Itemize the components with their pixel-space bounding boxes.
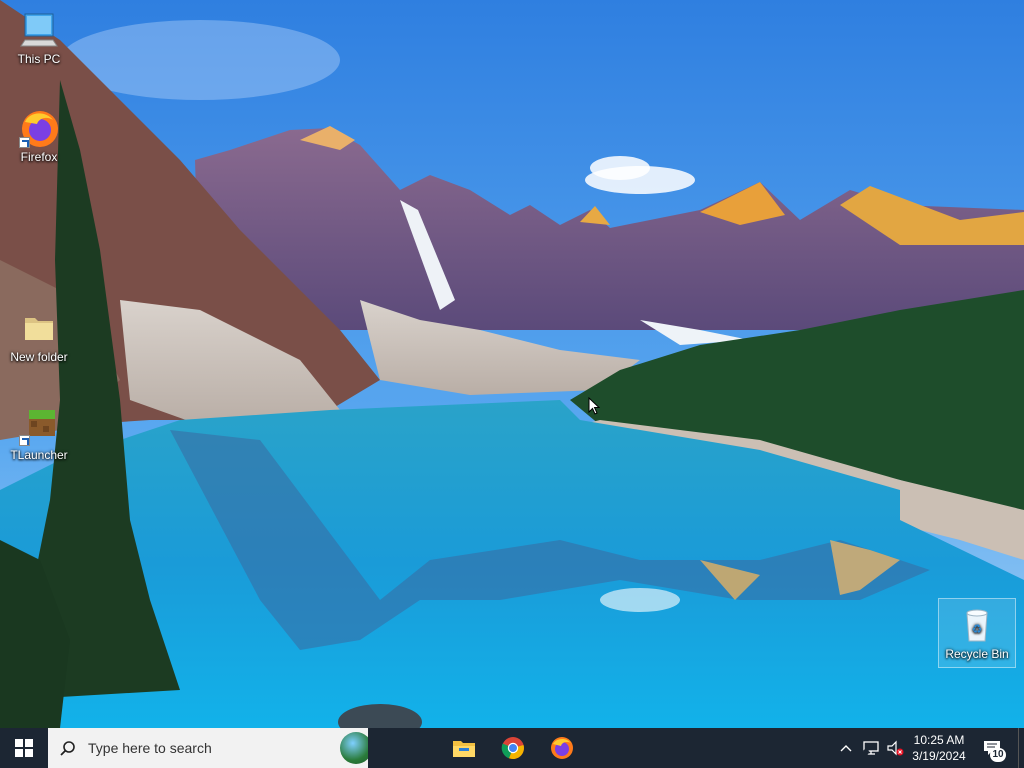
mouse-cursor-icon bbox=[588, 396, 601, 420]
network-tray-button[interactable] bbox=[860, 728, 882, 768]
desktop-icon-firefox[interactable]: Firefox bbox=[1, 108, 77, 164]
clock-time: 10:25 AM bbox=[913, 733, 965, 747]
volume-muted-icon bbox=[887, 740, 904, 756]
volume-tray-button[interactable] bbox=[884, 728, 906, 768]
search-highlight-globe-icon bbox=[340, 732, 368, 764]
taskbar: Type here to search 10:25 AM 3/19/2024 1… bbox=[0, 728, 1024, 768]
firefox-icon bbox=[19, 108, 59, 148]
taskbar-clock[interactable]: 10:25 AM 3/19/2024 bbox=[906, 732, 972, 764]
chrome-icon bbox=[501, 737, 524, 760]
desktop-icon-recycle-bin[interactable]: ♻ Recycle Bin bbox=[938, 598, 1016, 668]
this-pc-icon bbox=[19, 10, 59, 50]
file-explorer-icon bbox=[453, 741, 475, 757]
show-desktop-button[interactable] bbox=[1018, 728, 1024, 768]
desktop-icon-label: Recycle Bin bbox=[945, 647, 1009, 661]
taskbar-app-file-explorer[interactable] bbox=[440, 728, 488, 768]
desktop-icon-label: This PC bbox=[17, 52, 61, 66]
svg-text:♻: ♻ bbox=[972, 622, 983, 636]
desktop-icon-tlauncher[interactable]: TLauncher bbox=[1, 406, 77, 462]
desktop-icon-label: TLauncher bbox=[10, 448, 68, 462]
start-button[interactable] bbox=[0, 728, 48, 768]
taskbar-app-chrome[interactable] bbox=[489, 728, 537, 768]
desktop-icon-label: Firefox bbox=[20, 150, 58, 164]
desktop-wallpaper bbox=[0, 0, 1024, 728]
shortcut-arrow-icon bbox=[19, 137, 30, 148]
search-placeholder: Type here to search bbox=[88, 740, 212, 756]
search-icon bbox=[60, 741, 75, 756]
taskbar-search-box[interactable]: Type here to search bbox=[48, 728, 368, 768]
windows-logo-icon bbox=[15, 739, 33, 757]
network-icon bbox=[863, 741, 879, 755]
show-hidden-icons-button[interactable] bbox=[836, 728, 856, 768]
tlauncher-icon bbox=[19, 406, 59, 446]
recycle-bin-icon: ♻ bbox=[957, 605, 997, 645]
firefox-icon bbox=[551, 737, 573, 759]
folder-icon bbox=[19, 308, 59, 348]
desktop-icon-this-pc[interactable]: This PC bbox=[1, 10, 77, 66]
notification-count-badge: 10 bbox=[990, 748, 1006, 762]
shortcut-arrow-icon bbox=[19, 435, 30, 446]
action-center-button[interactable]: 10 bbox=[980, 728, 1010, 768]
desktop-icon-new-folder[interactable]: New folder bbox=[1, 308, 77, 364]
chevron-up-icon bbox=[840, 745, 852, 752]
clock-date: 3/19/2024 bbox=[912, 749, 966, 763]
desktop-icon-label: New folder bbox=[10, 350, 68, 364]
taskbar-app-firefox[interactable] bbox=[538, 728, 586, 768]
